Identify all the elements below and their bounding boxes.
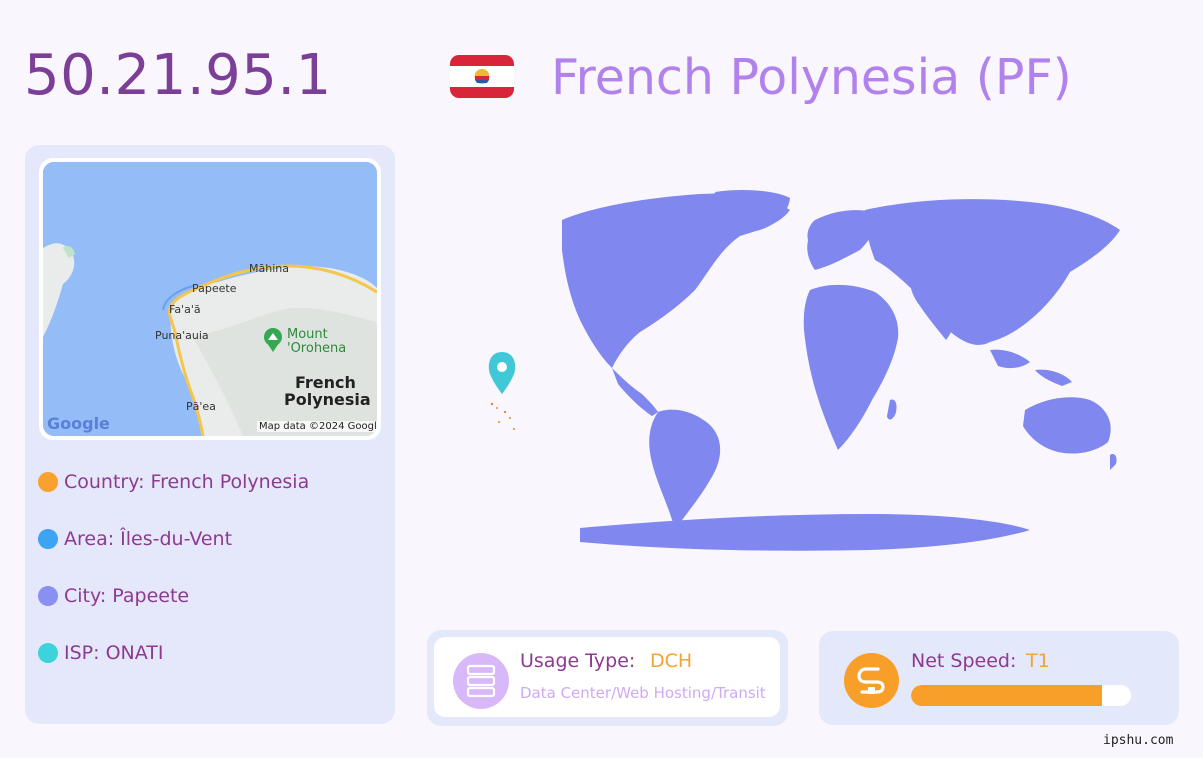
net-speed-label: Net Speed: xyxy=(911,650,1017,672)
usage-type-label: Usage Type: xyxy=(520,650,636,672)
location-map[interactable]: Māhina Papeete Fa'a'ā Puna'auia Mount 'O… xyxy=(43,162,377,436)
net-speed-bar-fill xyxy=(911,685,1103,706)
location-pin-icon xyxy=(488,352,516,394)
city-dot-icon xyxy=(38,586,58,606)
french-polynesia-flag-icon xyxy=(450,55,514,98)
google-logo: Google xyxy=(47,414,110,433)
country-dot-icon xyxy=(38,472,58,492)
map-label-polynesia: Polynesia xyxy=(284,390,371,409)
ip-address: 50.21.95.1 xyxy=(24,43,332,108)
map-label-faaa: Fa'a'ā xyxy=(169,303,201,316)
country-title: French Polynesia (PF) xyxy=(551,49,1072,106)
speed-icon xyxy=(844,653,899,708)
usage-type-value: DCH xyxy=(650,650,693,672)
info-country: Country: French Polynesia xyxy=(38,470,309,494)
map-label-mount: Mount xyxy=(287,327,328,342)
map-attribution[interactable]: Map data ©2024 Google xyxy=(257,421,377,432)
server-icon xyxy=(453,653,509,709)
info-city: City: Papeete xyxy=(38,584,189,608)
usage-type-description: Data Center/Web Hosting/Transit xyxy=(520,684,766,702)
area-dot-icon xyxy=(38,529,58,549)
isp-dot-icon xyxy=(38,643,58,663)
info-isp-text: ISP: ONATI xyxy=(64,642,164,664)
map-label-orohena: 'Orohena xyxy=(287,341,347,356)
map-label-papeete: Papeete xyxy=(192,282,237,295)
info-city-text: City: Papeete xyxy=(64,585,190,607)
info-isp: ISP: ONATI xyxy=(38,641,163,665)
info-area: Area: Îles-du-Vent xyxy=(38,527,232,551)
map-label-mahina: Māhina xyxy=(249,262,289,275)
info-country-text: Country: French Polynesia xyxy=(64,471,310,493)
info-area-text: Area: Îles-du-Vent xyxy=(64,528,233,550)
map-label-punaauia: Puna'auia xyxy=(155,329,209,342)
site-watermark: ipshu.com xyxy=(1103,733,1174,748)
world-map xyxy=(470,180,1160,560)
net-speed-bar xyxy=(911,685,1131,706)
net-speed-value: T1 xyxy=(1026,650,1050,672)
map-label-paea: Pā'ea xyxy=(186,400,216,413)
